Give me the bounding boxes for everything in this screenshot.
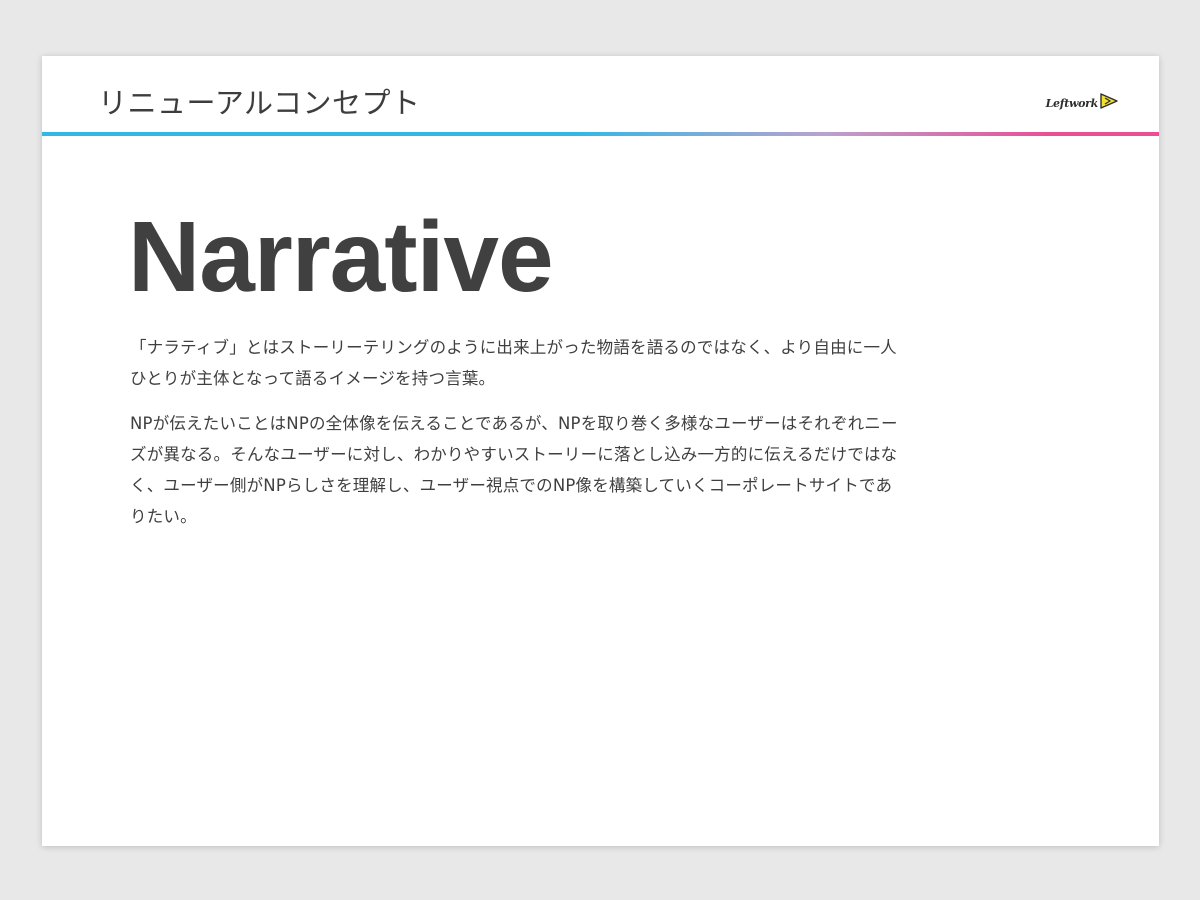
body-paragraph-1: 「ナラティブ」とはストーリーテリングのように出来上がった物語を語るのではなく、よ… [130,338,897,388]
content-heading: Narrative [128,201,554,313]
slide-header: リニューアルコンセプト Leftwork [42,56,1159,136]
header-gradient-divider [42,132,1159,136]
triangle-play-icon [1099,93,1119,113]
content-body: 「ナラティブ」とはストーリーテリングのように出来上がった物語を語るのではなく、よ… [130,332,900,546]
slide: リニューアルコンセプト Leftwork Narrative 「ナラティブ」とは… [42,56,1159,846]
slide-title: リニューアルコンセプト [98,86,421,120]
brand-logo: Leftwork [1046,92,1119,114]
brand-logo-wordmark: Leftwork [1045,96,1099,110]
body-paragraph-2: NPが伝えたいことはNPの全体像を伝えることであるが、NPを取り巻く多様なユーザ… [130,414,898,526]
